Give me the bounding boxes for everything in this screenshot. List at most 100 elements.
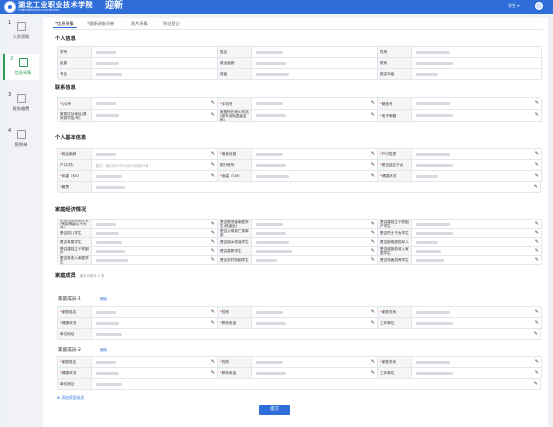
edit-pencil-icon[interactable]: ✎ [371, 151, 375, 157]
field-value[interactable]: ✎ [92, 329, 541, 340]
avatar[interactable] [535, 2, 543, 10]
edit-pencil-icon[interactable]: ✎ [211, 221, 215, 227]
field-value[interactable]: ✎ [92, 171, 218, 182]
edit-pencil-icon[interactable]: ✎ [211, 239, 215, 245]
add-family-member-link[interactable]: ⊕ 添加家庭成员 [57, 395, 84, 401]
field-value[interactable]: ✎ [412, 256, 542, 265]
step-item-info[interactable]: 2 信息采集 [3, 54, 39, 80]
field-value[interactable]: ✎ [412, 171, 542, 182]
edit-pencil-icon[interactable]: ✎ [535, 320, 539, 326]
field-value[interactable]: ✎ [92, 238, 218, 247]
field-value[interactable]: ✎ [412, 220, 542, 229]
step-item-report[interactable]: 4 报到单 [3, 126, 39, 152]
edit-pencil-icon[interactable]: ✎ [535, 257, 539, 263]
field-value[interactable]: ✎ [412, 160, 542, 171]
delete-member-1-button[interactable]: 删除 [100, 297, 107, 302]
edit-pencil-icon[interactable]: ✎ [211, 151, 215, 157]
edit-pencil-icon[interactable]: ✎ [535, 370, 539, 376]
field-value[interactable]: ✎ [252, 149, 378, 160]
edit-pencil-icon[interactable]: ✎ [535, 239, 539, 245]
edit-pencil-icon[interactable]: ✎ [371, 320, 375, 326]
edit-pencil-icon[interactable]: ✎ [535, 359, 539, 365]
field-value[interactable]: ✎ [92, 357, 218, 368]
edit-pencil-icon[interactable]: ✎ [371, 359, 375, 365]
edit-pencil-icon[interactable]: ✎ [371, 101, 375, 106]
edit-pencil-icon[interactable]: ✎ [534, 331, 538, 337]
field-value[interactable]: ✎ [252, 98, 378, 110]
edit-pencil-icon[interactable]: ✎ [371, 239, 375, 245]
edit-pencil-icon[interactable]: ✎ [211, 359, 215, 365]
field-value[interactable]: ✎ [252, 357, 378, 368]
field-value[interactable]: ✎ [252, 256, 378, 265]
edit-pencil-icon[interactable]: ✎ [211, 101, 215, 106]
field-value[interactable]: ✎ [92, 110, 218, 122]
edit-pencil-icon[interactable]: ✎ [211, 230, 215, 236]
edit-pencil-icon[interactable]: ✎ [371, 173, 375, 179]
field-value[interactable]: ✎ [252, 318, 378, 329]
field-value[interactable]: ✎ [92, 182, 541, 193]
step-item-notice[interactable]: 1 入学须知 [3, 18, 39, 44]
field-value[interactable]: ✎ [252, 229, 378, 238]
field-value[interactable]: ✎ [412, 368, 542, 379]
field-value[interactable]: ✎ [412, 247, 542, 256]
edit-pencil-icon[interactable]: ✎ [211, 173, 215, 179]
tab-photo[interactable]: 照片采集 [131, 21, 148, 27]
field-value[interactable]: ✎ [412, 98, 542, 110]
edit-pencil-icon[interactable]: ✎ [211, 248, 215, 254]
edit-pencil-icon[interactable]: ✎ [535, 113, 539, 118]
field-value[interactable]: ✎ [412, 229, 542, 238]
field-value[interactable]: ✎ [92, 307, 218, 318]
field-value[interactable]: ✎ [92, 229, 218, 238]
edit-pencil-icon[interactable]: ✎ [534, 381, 538, 387]
field-value[interactable]: ✎ [252, 307, 378, 318]
edit-pencil-icon[interactable]: ✎ [211, 257, 215, 263]
field-value[interactable]: ✎ [92, 368, 218, 379]
field-value[interactable]: ✎ [252, 110, 378, 122]
field-value[interactable]: ✎ [92, 220, 218, 229]
edit-pencil-icon[interactable]: ✎ [371, 370, 375, 376]
edit-pencil-icon[interactable]: ✎ [535, 151, 539, 157]
edit-pencil-icon[interactable]: ✎ [535, 101, 539, 106]
field-value[interactable]: ✎ [412, 238, 542, 247]
field-value[interactable]: ✎ [92, 256, 218, 265]
tab-health[interactable]: *健康调查问卷 [87, 21, 114, 27]
edit-pencil-icon[interactable]: ✎ [371, 309, 375, 315]
field-value[interactable]: ✎ [252, 220, 378, 229]
edit-pencil-icon[interactable]: ✎ [371, 162, 375, 168]
edit-pencil-icon[interactable]: ✎ [535, 221, 539, 227]
field-value[interactable]: ✎ [92, 247, 218, 256]
field-value[interactable]: ✎ [92, 98, 218, 110]
edit-pencil-icon[interactable]: ✎ [211, 309, 215, 315]
edit-pencil-icon[interactable]: ✎ [211, 113, 215, 118]
field-value[interactable]: ✎ [412, 149, 542, 160]
user-menu[interactable]: 学生 ▾ [508, 3, 519, 9]
edit-pencil-icon[interactable]: ✎ [211, 370, 215, 376]
edit-pencil-icon[interactable]: ✎ [211, 162, 215, 168]
edit-pencil-icon[interactable]: ✎ [534, 184, 538, 190]
edit-pencil-icon[interactable]: ✎ [371, 257, 375, 263]
edit-pencil-icon[interactable]: ✎ [535, 162, 539, 168]
edit-pencil-icon[interactable]: ✎ [371, 248, 375, 254]
field-value[interactable]: ✎ [412, 110, 542, 122]
field-value[interactable]: ✎ [252, 368, 378, 379]
field-value[interactable]: ✎ [252, 247, 378, 256]
edit-pencil-icon[interactable]: ✎ [535, 309, 539, 315]
field-value[interactable]: ✎ [252, 160, 378, 171]
edit-pencil-icon[interactable]: ✎ [535, 248, 539, 254]
field-value[interactable]: ✎ [412, 318, 542, 329]
field-value[interactable]: ✎ [92, 318, 218, 329]
field-value[interactable]: ✎ [412, 357, 542, 368]
edit-pencil-icon[interactable]: ✎ [371, 113, 375, 118]
edit-pencil-icon[interactable]: ✎ [535, 173, 539, 179]
edit-pencil-icon[interactable]: ✎ [535, 230, 539, 236]
field-value[interactable]: ✎ [252, 238, 378, 247]
tab-arrival[interactable]: 到站登记 [163, 21, 180, 27]
delete-member-2-button[interactable]: 删除 [100, 348, 107, 353]
edit-pencil-icon[interactable]: ✎ [371, 221, 375, 227]
field-value[interactable]: ✎ [252, 171, 378, 182]
edit-pencil-icon[interactable]: ✎ [211, 320, 215, 326]
step-item-payment[interactable]: 3 财务缴费 [3, 90, 39, 116]
field-value[interactable]: 格式：湖北省XX市XX区XX街道XX号 ✎ [92, 160, 218, 171]
submit-button[interactable]: 提交 [259, 405, 290, 415]
edit-pencil-icon[interactable]: ✎ [371, 230, 375, 236]
